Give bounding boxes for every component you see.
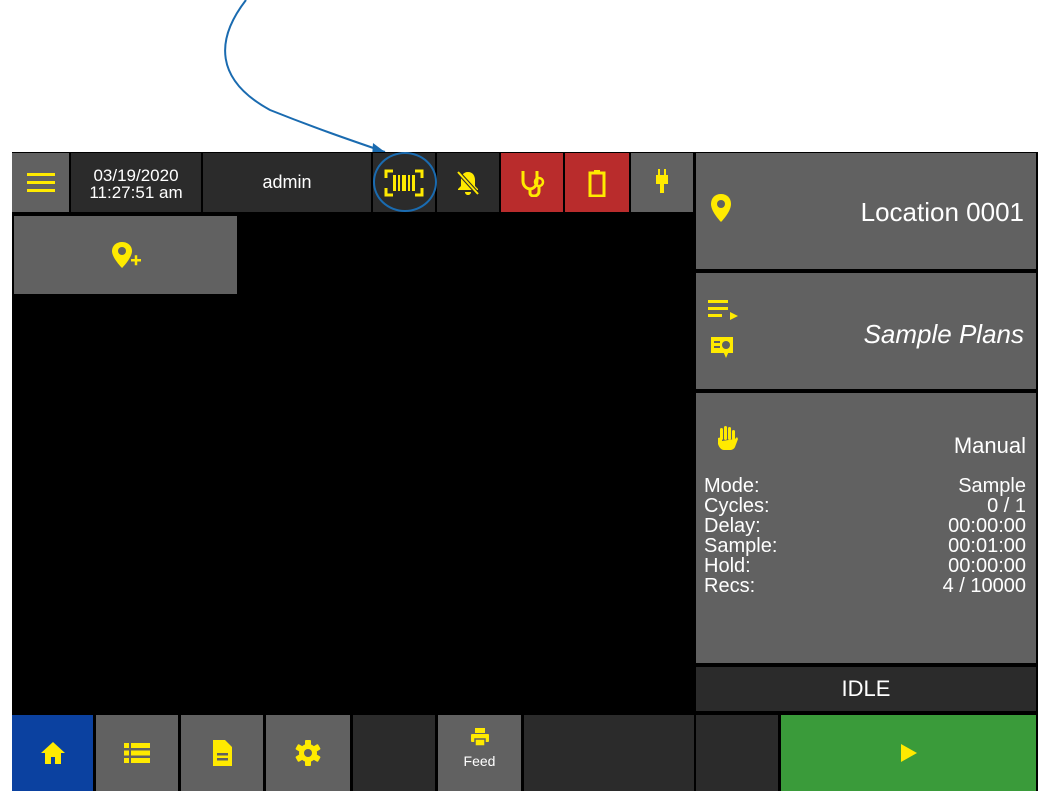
- user-name: admin: [262, 172, 312, 192]
- diagnostics-button[interactable]: [501, 153, 563, 212]
- status-text: IDLE: [841, 676, 891, 701]
- date-text: 03/19/2020: [93, 166, 179, 185]
- feed-button[interactable]: Feed: [438, 715, 521, 791]
- stat-label: Delay:: [704, 515, 761, 537]
- plug-icon: [656, 169, 668, 193]
- document-icon: [213, 740, 232, 766]
- home-icon: [40, 742, 65, 764]
- battery-button[interactable]: [565, 153, 629, 212]
- stat-row-sample: Sample: 00:01:00: [704, 536, 1026, 556]
- stethoscope-icon: [521, 170, 545, 197]
- datetime-display: 03/19/2020 11:27:51 am: [71, 153, 201, 212]
- stat-row-recs: Recs: 4 / 10000: [704, 576, 1026, 596]
- battery-icon: [588, 169, 606, 197]
- gear-icon: [295, 740, 321, 766]
- stat-value: Sample: [958, 475, 1026, 497]
- start-button[interactable]: [781, 715, 1036, 791]
- power-button[interactable]: [631, 153, 693, 212]
- list-icon: [124, 743, 150, 763]
- stat-label: Recs:: [704, 575, 756, 597]
- stat-row-delay: Delay: 00:00:00: [704, 516, 1026, 536]
- stat-label: Sample:: [704, 535, 778, 557]
- location-pin-icon: [711, 194, 731, 222]
- add-location-icon: [111, 242, 141, 268]
- nav-blank-2: [524, 715, 694, 791]
- stat-label: Mode:: [704, 475, 760, 497]
- add-location-button[interactable]: [14, 216, 237, 294]
- sample-plans-panel[interactable]: Sample Plans: [696, 273, 1036, 389]
- stat-value: 00:00:00: [948, 555, 1026, 577]
- menu-button[interactable]: [12, 153, 69, 212]
- home-button[interactable]: [12, 715, 93, 791]
- user-display[interactable]: admin: [203, 153, 371, 212]
- document-button[interactable]: [181, 715, 263, 791]
- feed-label: Feed: [463, 753, 496, 769]
- location-label: Location 0001: [860, 197, 1024, 227]
- list-button[interactable]: [96, 715, 178, 791]
- stat-value: 00:00:00: [948, 515, 1026, 537]
- hamburger-menu-icon: [26, 172, 55, 192]
- hand-icon: [718, 426, 738, 450]
- settings-button[interactable]: [266, 715, 350, 791]
- mode-panel[interactable]: Manual Mode: Sample Cycles: 0 / 1 Delay: 00…: [696, 393, 1036, 663]
- status-display: IDLE: [696, 667, 1036, 711]
- playlist-icon: [708, 300, 738, 320]
- play-icon: [900, 744, 917, 762]
- stat-value: 4 / 10000: [942, 575, 1026, 597]
- alarm-button[interactable]: [437, 153, 499, 212]
- nav-blank-3: [696, 715, 778, 791]
- stat-label: Cycles:: [704, 495, 770, 517]
- mode-title: Manual: [953, 433, 1026, 458]
- stat-row-mode: Mode: Sample: [704, 476, 1026, 496]
- sample-plans-label: Sample Plans: [863, 319, 1024, 349]
- certificate-icon: [711, 337, 733, 358]
- annotation-circle: [373, 152, 437, 212]
- printer-icon: [471, 728, 489, 747]
- stat-value: 00:01:00: [948, 535, 1026, 557]
- nav-blank-1: [353, 715, 435, 791]
- stat-label: Hold:: [704, 555, 751, 577]
- location-panel[interactable]: Location 0001: [696, 153, 1036, 269]
- alarm-off-icon: [456, 170, 480, 195]
- stats-list: Mode: Sample Cycles: 0 / 1 Delay: 00:00:00 …: [704, 476, 1026, 596]
- stat-value: 0 / 1: [987, 495, 1026, 517]
- stat-row-cycles: Cycles: 0 / 1: [704, 496, 1026, 516]
- time-text: 11:27:51 am: [89, 183, 183, 202]
- stat-row-hold: Hold: 00:00:00: [704, 556, 1026, 576]
